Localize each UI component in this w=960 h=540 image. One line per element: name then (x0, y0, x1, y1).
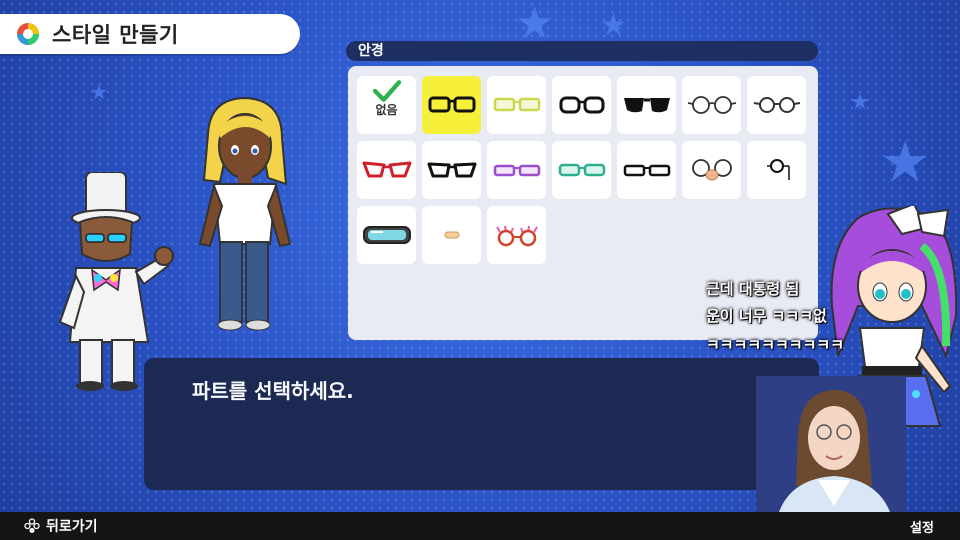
thin-round-glasses-icon (687, 96, 736, 114)
screen-title: 스타일 만들기 (52, 23, 179, 47)
back-label: 뒤로가기 (46, 519, 98, 535)
party-glasses-icon (495, 225, 538, 247)
nose-glasses-icon (691, 159, 732, 181)
glasses-option-black-cat-eye[interactable] (422, 141, 481, 199)
teal-glasses-icon (558, 163, 605, 177)
thin-round-glasses-2-icon (753, 97, 800, 113)
chat-line: 근데 대통령 됨 (706, 280, 800, 298)
glasses-option-small-bandage[interactable] (422, 206, 481, 264)
small-bandage-icon (444, 231, 459, 239)
glasses-panel-heading: 안경 (346, 41, 818, 61)
star-decoration: ★ (90, 80, 108, 104)
settings-label[interactable]: 설정 (910, 517, 934, 536)
bottom-bar: 뒤로가기 설정 (0, 512, 960, 540)
color-wheel-icon (17, 23, 39, 45)
chat-line: 운이 너무 ㅋㅋㅋ없 (706, 307, 827, 325)
glasses-option-red-cat-eye[interactable] (357, 141, 416, 199)
star-decoration: ★ (880, 130, 931, 195)
black-narrow-glasses-icon (623, 164, 670, 177)
glasses-option-ski-goggles[interactable] (357, 206, 416, 264)
glasses-option-thin-round-2[interactable] (747, 76, 806, 134)
controller-buttons-icon (24, 518, 40, 533)
purple-glasses-icon (493, 164, 540, 177)
glasses-option-teal[interactable] (552, 141, 611, 199)
black-cat-eye-glasses-icon (427, 162, 476, 178)
glasses-option-party-glasses[interactable] (487, 206, 546, 264)
glasses-option-monocle[interactable] (747, 141, 806, 199)
dialog-box: 파트를 선택하세요. (144, 358, 819, 490)
glasses-option-black-rectangle[interactable] (422, 76, 481, 134)
yellow-rectangle-glasses-icon (493, 97, 540, 112)
black-rectangle-glasses-icon (428, 96, 475, 113)
glasses-option-thin-round[interactable] (682, 76, 741, 134)
glasses-option-nose-glasses[interactable] (682, 141, 741, 199)
dialog-message: 파트를 선택하세요. (192, 379, 354, 403)
red-cat-eye-glasses-icon (362, 161, 411, 178)
glasses-option-black-sunglasses[interactable] (617, 76, 676, 134)
black-sunglasses-icon (623, 98, 670, 113)
avatar-character (198, 96, 292, 331)
screen-title-bar: 스타일 만들기 (0, 14, 300, 54)
glasses-option-black-round-rectangle[interactable] (552, 76, 611, 134)
glasses-option-none[interactable]: 없음 (357, 76, 416, 134)
glasses-option-black-narrow[interactable] (617, 141, 676, 199)
star-decoration: ★ (850, 90, 870, 115)
glasses-option-purple[interactable] (487, 141, 546, 199)
glasses-option-yellow-rectangle[interactable] (487, 76, 546, 134)
black-round-rectangle-glasses-icon (559, 96, 604, 114)
chat-line: ㅋㅋㅋㅋㅋㅋㅋㅋㅋㅋ (706, 336, 845, 354)
monocle-icon (766, 159, 790, 180)
none-label: 없음 (375, 102, 398, 117)
back-button[interactable]: 뒤로가기 (24, 516, 98, 536)
checkmark-icon (372, 80, 402, 102)
ski-goggles-icon (362, 226, 411, 244)
star-decoration: ★ (600, 8, 627, 43)
